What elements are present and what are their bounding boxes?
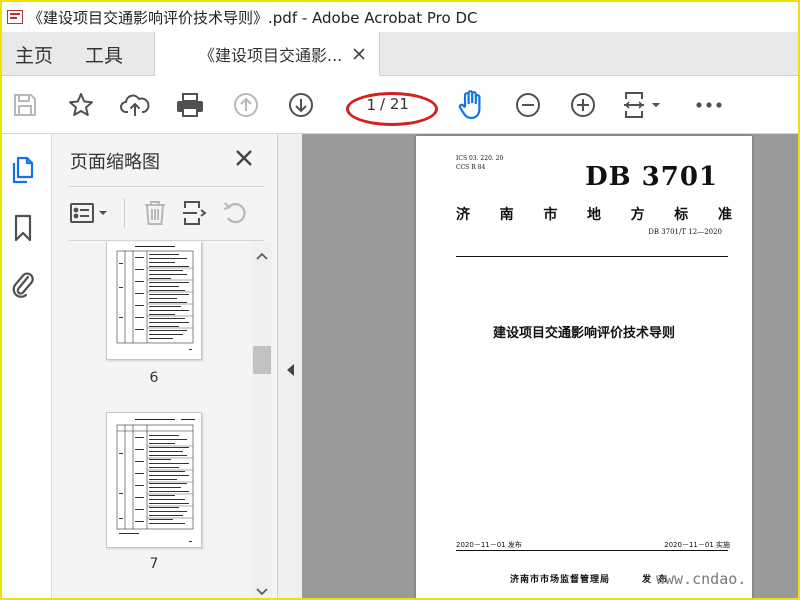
left-tool-rail bbox=[2, 134, 52, 598]
arrow-up-circle-icon[interactable] bbox=[231, 90, 261, 120]
fit-page-icon[interactable] bbox=[622, 90, 666, 120]
attachment-icon[interactable] bbox=[8, 266, 38, 302]
panel-collapse-gutter bbox=[278, 134, 302, 598]
standard-type-char: 市 bbox=[543, 207, 558, 223]
standard-type-char: 南 bbox=[499, 207, 514, 223]
page-thumbnail[interactable] bbox=[106, 412, 202, 548]
divider bbox=[68, 186, 264, 187]
page-thumbnails-panel: 页面缩略图 6 7 bbox=[52, 134, 278, 598]
thumbnail-tools bbox=[68, 194, 264, 234]
ics-code: ICS 03. 220. 20 bbox=[456, 155, 504, 162]
cloud-upload-icon[interactable] bbox=[120, 90, 150, 120]
close-tab-icon[interactable] bbox=[349, 44, 369, 64]
standard-type-char: 方 bbox=[630, 207, 645, 223]
more-icon[interactable] bbox=[694, 90, 724, 120]
panel-title: 页面缩略图 bbox=[70, 152, 160, 173]
window-title: 《建设项目交通影响评价技术导则》.pdf - Adobe Acrobat Pro… bbox=[28, 8, 478, 27]
release-date: 2020－11－01 发布 bbox=[456, 541, 522, 549]
document-main-title: 建设项目交通影响评价技术导则 bbox=[492, 326, 675, 341]
title-bar: 《建设项目交通影响评价技术导则》.pdf - Adobe Acrobat Pro… bbox=[2, 2, 798, 32]
horizontal-rule bbox=[456, 256, 728, 257]
page-number-input[interactable] bbox=[346, 93, 376, 117]
rotate-page-icon[interactable] bbox=[220, 198, 250, 228]
standard-type-char: 准 bbox=[717, 207, 732, 223]
thumbnail-options-icon[interactable] bbox=[68, 198, 112, 228]
standard-type-char: 地 bbox=[586, 207, 601, 223]
toolbar: / 21 bbox=[2, 76, 798, 134]
collapse-panel-icon[interactable] bbox=[284, 362, 296, 378]
hand-icon[interactable] bbox=[456, 90, 486, 120]
tab-bar: 主页 工具 《建设项目交通影... bbox=[2, 32, 798, 76]
implement-date: 2020－11－01 实施 bbox=[664, 541, 730, 549]
divider bbox=[124, 198, 125, 228]
scroll-down-icon[interactable] bbox=[252, 584, 272, 598]
tab-tools[interactable]: 工具 bbox=[76, 32, 132, 76]
standard-code: DB 3701 bbox=[585, 162, 718, 192]
pages-icon[interactable] bbox=[8, 152, 38, 188]
zoom-out-icon[interactable] bbox=[513, 90, 543, 120]
issuing-authority: 济南市市场监督管理局 bbox=[510, 575, 611, 585]
tab-document[interactable]: 《建设项目交通影... bbox=[154, 32, 380, 76]
horizontal-rule bbox=[456, 550, 728, 551]
page-thumbnail[interactable] bbox=[106, 242, 202, 360]
thumbnail-scrollbar[interactable] bbox=[252, 242, 272, 598]
document-page: ICS 03. 220. 20 CCS R 84 DB 3701 济 南 市 地… bbox=[416, 136, 752, 598]
ccs-code: CCS R 84 bbox=[456, 164, 486, 171]
delete-page-icon[interactable] bbox=[140, 198, 170, 228]
zoom-in-icon[interactable] bbox=[568, 90, 598, 120]
print-icon[interactable] bbox=[175, 90, 205, 120]
document-tab-title: 《建设项目交通影... bbox=[199, 46, 343, 65]
page-total: / 21 bbox=[380, 95, 409, 113]
watermark: www.cndao. bbox=[656, 570, 747, 588]
standard-number: DB 3701/T 12—2020 bbox=[648, 228, 722, 236]
thumbnail-list: 6 7 bbox=[52, 242, 252, 598]
thumbnail-page-label: 7 bbox=[149, 556, 159, 572]
star-icon[interactable] bbox=[66, 90, 96, 120]
arrow-down-circle-icon[interactable] bbox=[286, 90, 316, 120]
standard-type-heading: 济 南 市 地 方 标 准 bbox=[456, 204, 732, 224]
ics-code-block: ICS 03. 220. 20 CCS R 84 bbox=[456, 154, 503, 172]
page-navigation: / 21 bbox=[342, 92, 432, 118]
thumbnail-page-label: 6 bbox=[149, 370, 159, 386]
divider bbox=[68, 240, 264, 241]
acrobat-window: 《建设项目交通影响评价技术导则》.pdf - Adobe Acrobat Pro… bbox=[0, 0, 800, 600]
bookmark-icon[interactable] bbox=[8, 210, 38, 246]
save-icon[interactable] bbox=[10, 90, 40, 120]
scrollbar-thumb[interactable] bbox=[253, 346, 271, 374]
document-viewport[interactable]: ICS 03. 220. 20 CCS R 84 DB 3701 济 南 市 地… bbox=[302, 134, 798, 598]
scroll-up-icon[interactable] bbox=[252, 248, 272, 264]
standard-type-char: 标 bbox=[674, 207, 689, 223]
tab-home[interactable]: 主页 bbox=[6, 32, 62, 76]
acrobat-app-icon bbox=[6, 9, 24, 25]
close-panel-icon[interactable] bbox=[232, 146, 256, 170]
insert-page-icon[interactable] bbox=[180, 198, 210, 228]
standard-type-char: 济 bbox=[456, 207, 470, 223]
